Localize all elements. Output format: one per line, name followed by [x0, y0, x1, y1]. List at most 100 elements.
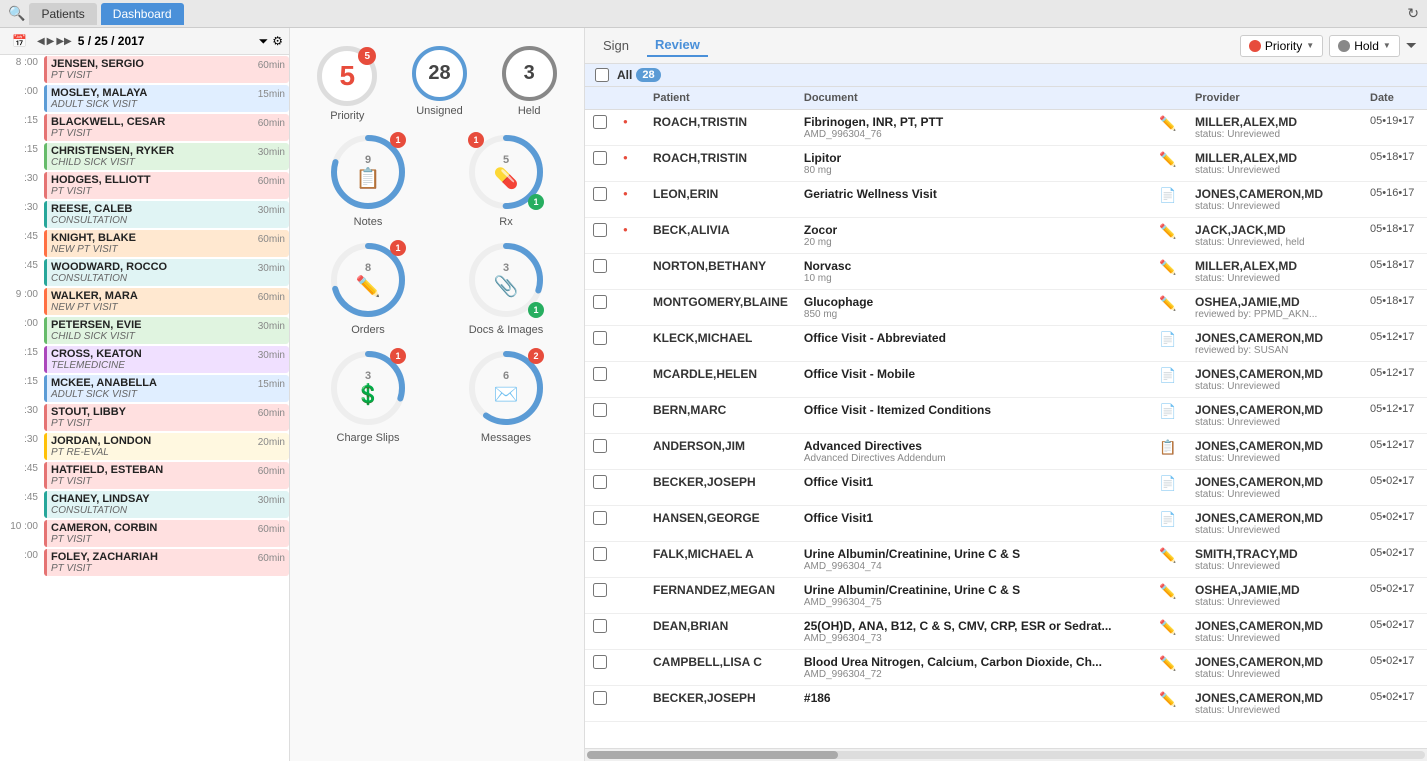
doc-icon-cell[interactable]: ✏️ [1151, 614, 1187, 650]
scroll-thumb[interactable] [587, 751, 838, 759]
appointment-item[interactable]: PETERSEN, EVIE CHILD SICK VISIT 30min [44, 317, 289, 344]
all-tab[interactable]: All 28 [617, 68, 661, 82]
patient-cell[interactable]: ROACH,TRISTIN [645, 146, 796, 182]
patient-cell[interactable]: FALK,MICHAEL A [645, 542, 796, 578]
row-checkbox[interactable] [593, 691, 607, 705]
row-checkbox[interactable] [593, 331, 607, 345]
settings-button[interactable]: ⚙ [272, 34, 283, 48]
appointment-item[interactable]: REESE, CALEB CONSULTATION 30min [44, 201, 289, 228]
hold-dropdown-arrow[interactable]: ▼ [1383, 41, 1391, 50]
appointment-item[interactable]: HATFIELD, ESTEBAN PT VISIT 60min [44, 462, 289, 489]
patient-cell[interactable]: ROACH,TRISTIN [645, 110, 796, 146]
edit-icon[interactable]: ✏️ [1159, 655, 1176, 671]
refresh-button[interactable]: ↻ [1407, 5, 1419, 22]
doc-icon[interactable]: 📄 [1159, 187, 1176, 203]
row-checkbox[interactable] [593, 115, 607, 129]
doc2-icon[interactable]: 📋 [1159, 439, 1176, 455]
calendar-icon-button[interactable]: 📅 [6, 32, 33, 50]
edit-icon[interactable]: ✏️ [1159, 151, 1176, 167]
held-circle[interactable]: 3 Held [502, 46, 557, 117]
pen2-icon[interactable]: ✏️ [1159, 691, 1176, 707]
patient-cell[interactable]: MONTGOMERY,BLAINE [645, 290, 796, 326]
appointment-item[interactable]: HODGES, ELLIOTT PT VISIT 60min [44, 172, 289, 199]
appointment-item[interactable]: KNIGHT, BLAKE NEW PT VISIT 60min [44, 230, 289, 257]
doc-icon-cell[interactable]: ✏️ [1151, 290, 1187, 326]
appointment-item[interactable]: MOSLEY, MALAYA ADULT SICK VISIT 15min [44, 85, 289, 112]
row-checkbox[interactable] [593, 187, 607, 201]
docs-images-task[interactable]: 3 📎 1 Docs & Images [443, 240, 569, 336]
charge-slips-task[interactable]: 3 💲 1 Charge Slips [305, 348, 431, 444]
patient-cell[interactable]: BERN,MARC [645, 398, 796, 434]
review-filter-button[interactable]: ⏷ [1406, 37, 1417, 54]
doc-icon[interactable]: 📄 [1159, 331, 1176, 347]
doc-icon[interactable]: 📄 [1159, 367, 1176, 383]
row-checkbox[interactable] [593, 655, 607, 669]
doc-icon-cell[interactable]: 📄 [1151, 362, 1187, 398]
doc-icon[interactable]: 📄 [1159, 511, 1176, 527]
edit-icon[interactable]: ✏️ [1159, 259, 1176, 275]
doc-icon-cell[interactable]: ✏️ [1151, 110, 1187, 146]
patient-cell[interactable]: BECK,ALIVIA [645, 218, 796, 254]
doc-icon-cell[interactable]: ✏️ [1151, 578, 1187, 614]
priority-circle[interactable]: 5 5 Priority [317, 46, 377, 122]
edit-icon[interactable]: ✏️ [1159, 583, 1176, 599]
doc-icon-cell[interactable]: ✏️ [1151, 686, 1187, 722]
row-checkbox[interactable] [593, 619, 607, 633]
prev-date-button[interactable]: ◀ [37, 36, 45, 47]
appointment-item[interactable]: CHRISTENSEN, RYKER CHILD SICK VISIT 30mi… [44, 143, 289, 170]
row-checkbox[interactable] [593, 259, 607, 273]
row-checkbox[interactable] [593, 403, 607, 417]
scroll-bar-x[interactable] [585, 748, 1427, 761]
schedule-list[interactable]: 8 :00 JENSEN, SERGIO PT VISIT 60min :00 … [0, 55, 289, 761]
appointment-item[interactable]: MCKEE, ANABELLA ADULT SICK VISIT 15min [44, 375, 289, 402]
row-checkbox[interactable] [593, 295, 607, 309]
dashboard-tab[interactable]: Dashboard [101, 3, 184, 25]
doc-icon-cell[interactable]: ✏️ [1151, 650, 1187, 686]
doc-icon-cell[interactable]: 📄 [1151, 398, 1187, 434]
patient-cell[interactable]: BECKER,JOSEPH [645, 686, 796, 722]
messages-task[interactable]: 6 ✉️ 2 Messages [443, 348, 569, 444]
patient-cell[interactable]: ANDERSON,JIM [645, 434, 796, 470]
row-checkbox[interactable] [593, 583, 607, 597]
filter-button[interactable]: ⏷ [259, 34, 269, 49]
unsigned-circle[interactable]: 28 Unsigned [412, 46, 467, 117]
priority-button[interactable]: Priority ▼ [1240, 35, 1323, 57]
notes-task[interactable]: 9 📋 1 Notes [305, 132, 431, 228]
patient-cell[interactable]: CAMPBELL,LISA C [645, 650, 796, 686]
doc-icon-cell[interactable]: 📄 [1151, 182, 1187, 218]
next-date-button[interactable]: ▶▶ [56, 36, 71, 47]
hold-button[interactable]: Hold ▼ [1329, 35, 1400, 57]
edit-icon[interactable]: ✏️ [1159, 295, 1176, 311]
patient-cell[interactable]: BECKER,JOSEPH [645, 470, 796, 506]
review-tab[interactable]: Review [647, 34, 708, 57]
appointment-item[interactable]: JENSEN, SERGIO PT VISIT 60min [44, 56, 289, 83]
patient-cell[interactable]: NORTON,BETHANY [645, 254, 796, 290]
doc-icon-cell[interactable]: 📋 [1151, 434, 1187, 470]
row-checkbox[interactable] [593, 151, 607, 165]
row-checkbox[interactable] [593, 511, 607, 525]
doc-icon[interactable]: 📄 [1159, 475, 1176, 491]
rx-task[interactable]: 5 💊 1 1 Rx [443, 132, 569, 228]
appointment-item[interactable]: WOODWARD, ROCCO CONSULTATION 30min [44, 259, 289, 286]
doc-icon-cell[interactable]: ✏️ [1151, 254, 1187, 290]
appointment-item[interactable]: FOLEY, ZACHARIAH PT VISIT 60min [44, 549, 289, 576]
edit-icon[interactable]: ✏️ [1159, 115, 1176, 131]
orders-task[interactable]: 8 ✏️ 1 Orders [305, 240, 431, 336]
doc-icon-cell[interactable]: 📄 [1151, 326, 1187, 362]
review-table-container[interactable]: Patient Document Provider Date ● ROACH,T… [585, 87, 1427, 748]
patient-cell[interactable]: MCARDLE,HELEN [645, 362, 796, 398]
search-patients-button[interactable]: 🔍 [8, 5, 25, 22]
row-checkbox[interactable] [593, 475, 607, 489]
priority-dropdown-arrow[interactable]: ▼ [1306, 41, 1314, 50]
edit-icon[interactable]: ✏️ [1159, 547, 1176, 563]
patient-cell[interactable]: DEAN,BRIAN [645, 614, 796, 650]
doc-icon-cell[interactable]: ✏️ [1151, 542, 1187, 578]
doc-icon-cell[interactable]: ✏️ [1151, 146, 1187, 182]
edit-icon[interactable]: ✏️ [1159, 619, 1176, 635]
row-checkbox[interactable] [593, 439, 607, 453]
doc-icon[interactable]: 📄 [1159, 403, 1176, 419]
patient-cell[interactable]: KLECK,MICHAEL [645, 326, 796, 362]
doc-icon-cell[interactable]: 📄 [1151, 506, 1187, 542]
select-all-checkbox[interactable] [595, 68, 609, 82]
row-checkbox[interactable] [593, 547, 607, 561]
